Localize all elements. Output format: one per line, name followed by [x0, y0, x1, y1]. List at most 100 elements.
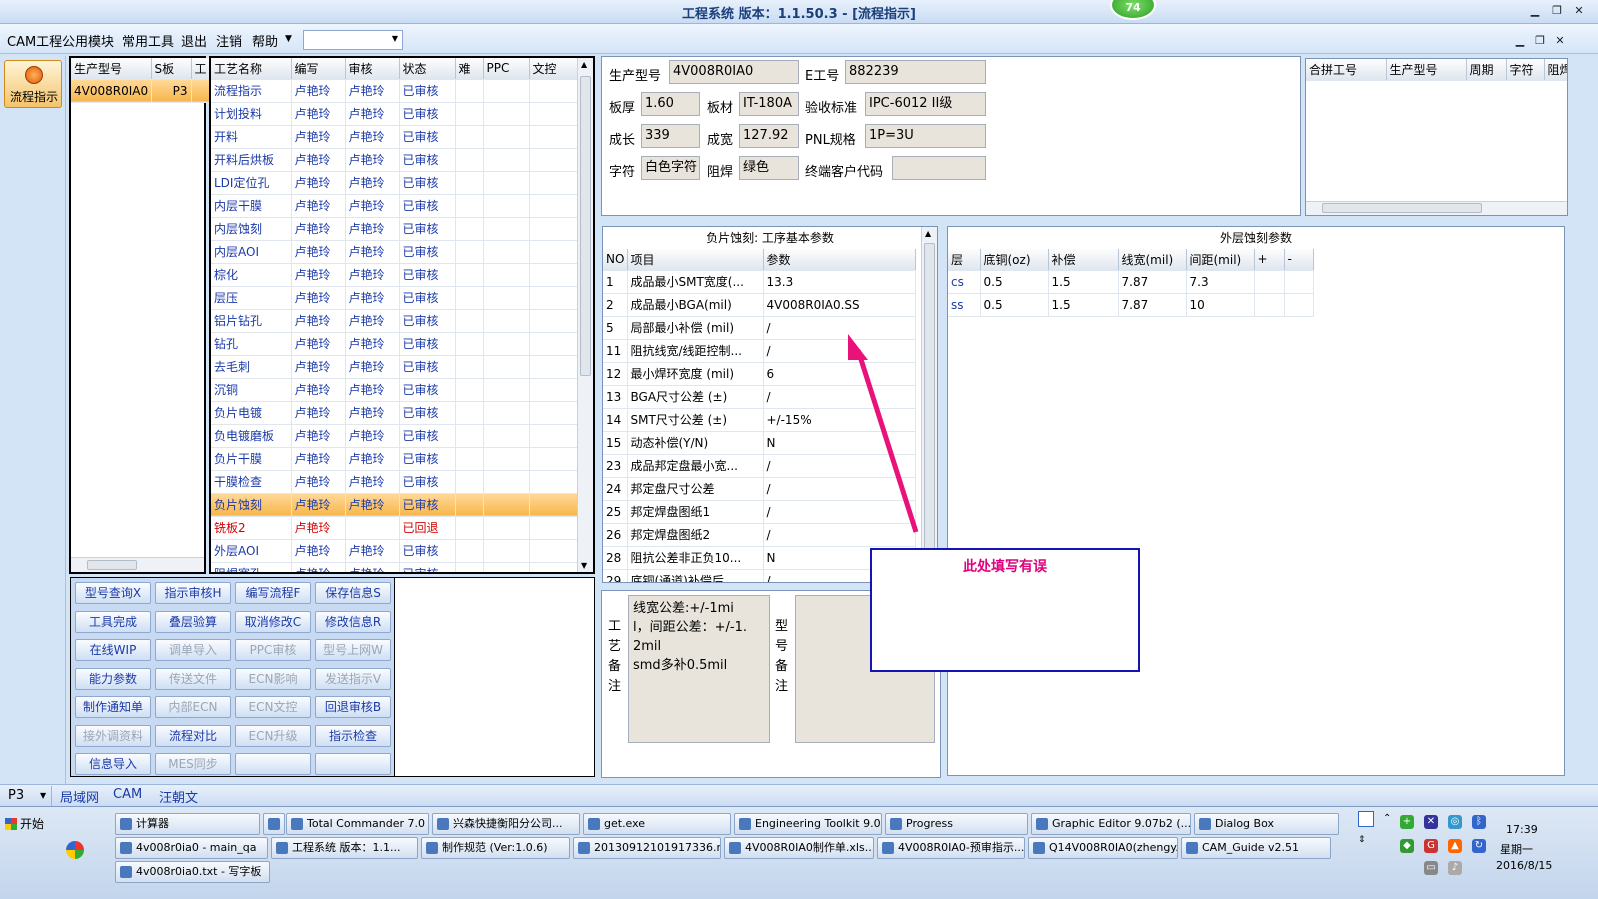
process-row[interactable]: 棕化 卢艳玲 卢艳玲 已审核: [211, 263, 578, 287]
chevron-up-down-icon[interactable]: ⇕: [1358, 835, 1366, 845]
header-doc-control[interactable]: 文控: [529, 58, 578, 80]
menu-common-tools[interactable]: 常用工具: [122, 31, 174, 50]
action-button[interactable]: 取消修改C: [235, 610, 311, 633]
field-customer-code[interactable]: [892, 156, 986, 180]
menu-logout[interactable]: 注销: [216, 31, 242, 50]
action-button[interactable]: 指示审核H: [155, 582, 231, 604]
param-row[interactable]: 2 成品最小BGA(mil) 4V008R0IA0.SS: [603, 293, 916, 317]
process-row[interactable]: 干膜检查 卢艳玲 卢艳玲 已审核: [211, 470, 578, 494]
taskbar-button[interactable]: 计算器: [115, 813, 260, 835]
process-row[interactable]: 钻孔 卢艳玲 卢艳玲 已审核: [211, 332, 578, 356]
header-combine-mask[interactable]: 阻焊: [1544, 59, 1567, 81]
taskbar-button[interactable]: 4v008r0ia0.txt - 写字板: [115, 861, 270, 883]
child-close-icon[interactable]: ✕: [1553, 34, 1567, 48]
taskbar-button[interactable]: 工程系统 版本：1.1...: [271, 837, 418, 859]
header-layer[interactable]: 层: [948, 249, 981, 271]
scroll-thumb[interactable]: [1322, 203, 1482, 213]
menu-help[interactable]: 帮助: [252, 31, 278, 50]
taskbar-button[interactable]: 20130912101917336.rt...: [573, 837, 721, 859]
action-button[interactable]: ECN影响: [235, 667, 311, 690]
header-writer[interactable]: 编写: [291, 58, 346, 80]
header-model[interactable]: 生产型号: [71, 58, 152, 80]
action-button[interactable]: ECN升级: [235, 724, 311, 747]
taskbar-button[interactable]: [263, 813, 285, 835]
field-length[interactable]: 339: [641, 124, 700, 148]
taskbar-button[interactable]: 兴森快捷衡阳分公司...: [432, 813, 580, 835]
quicklaunch-icon[interactable]: [66, 841, 84, 859]
param-row[interactable]: 29 底铜(通道)补偿后... /: [603, 569, 916, 582]
status-combo[interactable]: P3 ▼: [0, 786, 52, 806]
action-button[interactable]: 保存信息S: [315, 582, 391, 604]
action-button[interactable]: 编写流程F: [235, 582, 311, 604]
close-icon[interactable]: ✕: [1572, 4, 1586, 18]
action-button[interactable]: 内部ECN: [155, 696, 231, 718]
field-thickness[interactable]: 1.60: [641, 92, 700, 116]
tray-monitor-icon[interactable]: ▭: [1424, 861, 1438, 875]
tray-expand-icon[interactable]: ⌃: [1383, 813, 1391, 824]
process-row[interactable]: 铣板2 卢艳玲 已回退: [211, 516, 578, 540]
action-button[interactable]: 在线WIP: [75, 639, 151, 661]
scroll-thumb[interactable]: [87, 560, 137, 570]
taskbar-button[interactable]: Engineering Toolkit 9.0...: [734, 813, 882, 835]
header-line-width[interactable]: 线宽(mil): [1118, 249, 1187, 271]
field-material[interactable]: IT-180A: [739, 92, 799, 116]
process-row[interactable]: 内层干膜 卢艳玲 卢艳玲 已审核: [211, 194, 578, 218]
taskbar-button[interactable]: Dialog Box: [1194, 813, 1339, 835]
action-button[interactable]: 信息导入: [75, 753, 151, 775]
chevron-down-icon[interactable]: ▼: [392, 34, 398, 43]
minimize-icon[interactable]: ▁: [1528, 4, 1542, 18]
process-row[interactable]: 沉铜 卢艳玲 卢艳玲 已审核: [211, 378, 578, 402]
outer-row[interactable]: ss 0.5 1.5 7.87 10: [948, 293, 1314, 317]
scroll-up-icon[interactable]: ▲: [925, 229, 931, 238]
action-button[interactable]: 调单导入: [155, 639, 231, 661]
taskbar-button[interactable]: Total Commander 7.0 ...: [286, 813, 429, 835]
action-button[interactable]: 制作通知单: [75, 696, 151, 718]
action-button[interactable]: 流程对比: [155, 724, 231, 747]
process-row[interactable]: LDI定位孔 卢艳玲 卢艳玲 已审核: [211, 171, 578, 195]
header-combine-no[interactable]: 合拼工号: [1306, 59, 1387, 81]
process-row[interactable]: 负片电镀 卢艳玲 卢艳玲 已审核: [211, 401, 578, 425]
taskbar-button[interactable]: 4V008R0IA0制作单.xls...: [724, 837, 874, 859]
process-row[interactable]: 负片干膜 卢艳玲 卢艳玲 已审核: [211, 447, 578, 471]
taskbar-button[interactable]: Progress: [885, 813, 1028, 835]
tray-sync-icon[interactable]: ↻: [1472, 839, 1486, 853]
process-vscrollbar[interactable]: ▲ ▼: [577, 58, 593, 572]
tray-warning-icon[interactable]: ▲: [1448, 839, 1462, 853]
param-row[interactable]: 28 阻抗公差非正负10... N: [603, 546, 916, 570]
action-button[interactable]: PPC审核: [235, 639, 311, 661]
action-button[interactable]: ECN文控: [235, 696, 311, 718]
action-button[interactable]: 回退审核B: [315, 696, 391, 718]
tray-red-icon[interactable]: G: [1424, 839, 1438, 853]
header-status[interactable]: 状态: [399, 58, 456, 80]
header-item[interactable]: 项目: [627, 249, 764, 271]
action-button[interactable]: 型号上网W: [315, 639, 391, 661]
outer-row[interactable]: cs 0.5 1.5 7.87 7.3: [948, 270, 1314, 294]
header-no[interactable]: NO: [603, 249, 628, 271]
menu-common-modules[interactable]: 公用模块: [62, 31, 114, 50]
action-button[interactable]: 发送指示V: [315, 667, 391, 690]
header-plus[interactable]: +: [1254, 249, 1285, 271]
restore-icon[interactable]: ❐: [1550, 4, 1564, 18]
menu-cam[interactable]: CAM工程: [7, 31, 62, 50]
process-remark-text[interactable]: 线宽公差:+/-1mil，间距公差：+/-1.2mil smd多补0.5mil: [628, 595, 770, 743]
process-row[interactable]: 外层AOI 卢艳玲 卢艳玲 已审核: [211, 539, 578, 563]
action-button[interactable]: 指示检查: [315, 724, 391, 747]
action-button[interactable]: 传送文件: [155, 667, 231, 690]
field-standard[interactable]: IPC-6012 II级: [865, 92, 986, 116]
tray-x-icon[interactable]: ✕: [1424, 815, 1438, 829]
child-restore-icon[interactable]: ❐: [1533, 34, 1547, 48]
header-process-name[interactable]: 工艺名称: [211, 58, 292, 80]
param-row[interactable]: 1 成品最小SMT宽度(... 13.3: [603, 270, 916, 294]
process-row[interactable]: 开料后烘板 卢艳玲 卢艳玲 已审核: [211, 148, 578, 172]
process-row[interactable]: 阻焊塞孔 卢艳玲 卢艳玲 已审核: [211, 562, 578, 572]
bluetooth-icon[interactable]: ᛒ: [1472, 815, 1486, 829]
header-compensation[interactable]: 补偿: [1048, 249, 1119, 271]
header-combine-char[interactable]: 字符: [1506, 59, 1545, 81]
header-spacing[interactable]: 间距(mil): [1186, 249, 1255, 271]
tray-network-icon[interactable]: ◎: [1448, 815, 1462, 829]
process-row[interactable]: 开料 卢艳玲 卢艳玲 已审核: [211, 125, 578, 149]
menu-combo[interactable]: ▼: [303, 30, 403, 50]
header-reviewer[interactable]: 审核: [345, 58, 400, 80]
chevron-down-icon[interactable]: ▼: [285, 34, 292, 44]
header-s-board[interactable]: S板: [151, 58, 192, 80]
